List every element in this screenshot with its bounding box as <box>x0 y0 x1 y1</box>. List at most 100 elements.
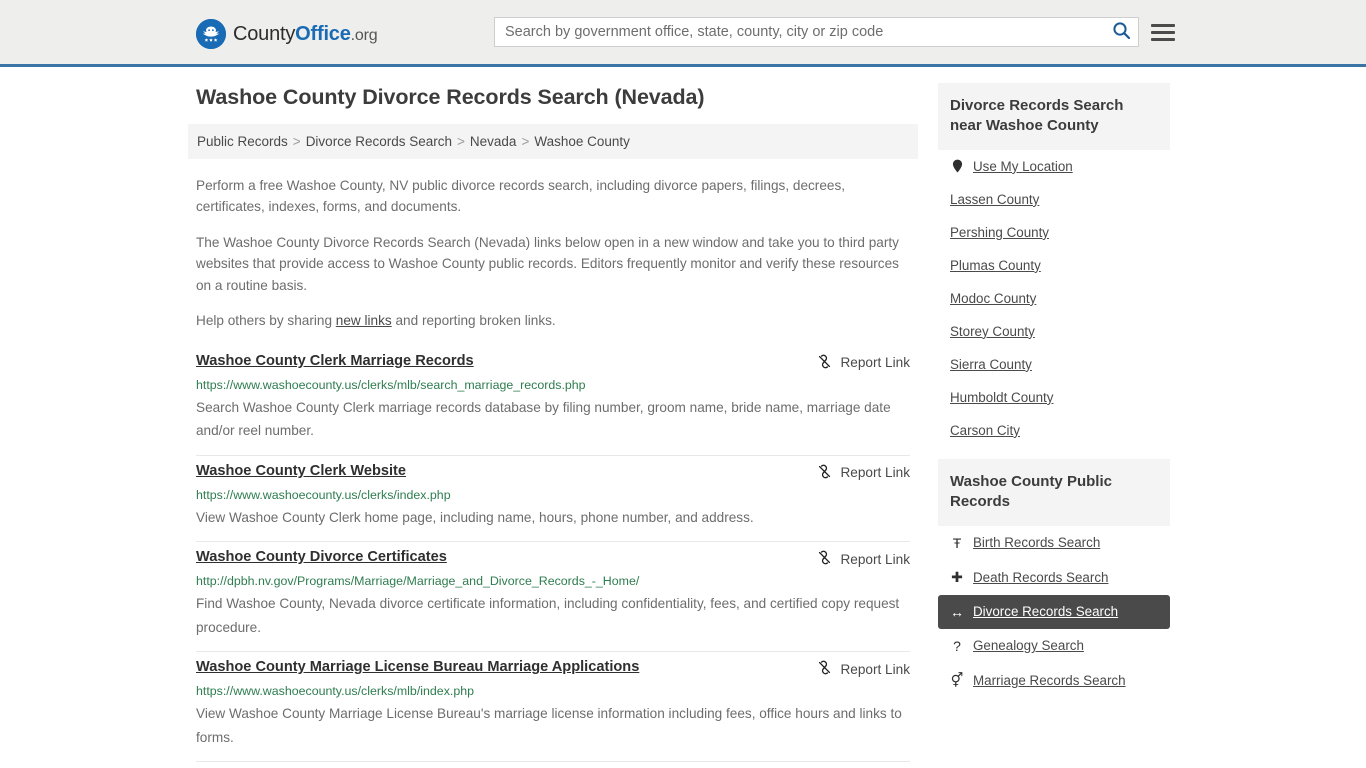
sidebar-public-records-section: Washoe County Public Records Ŧ Birth Reco… <box>938 458 1170 698</box>
result-header: Washoe County Clerk Marriage Records Repo… <box>196 352 910 373</box>
sidebar-nearby-item-label[interactable]: Use My Location <box>973 159 1073 174</box>
brand-part-tld: .org <box>350 26 378 44</box>
result-url: https://www.washoecounty.us/clerks/index… <box>196 487 451 502</box>
sidebar-records-item[interactable]: Ŧ Birth Records Search <box>938 526 1170 560</box>
sidebar-nearby-item[interactable]: Storey County <box>938 315 1170 348</box>
sidebar-nearby-section: Divorce Records Search near Washoe Count… <box>938 83 1170 447</box>
breadcrumb-separator: > <box>292 134 301 149</box>
hamburger-bar <box>1151 30 1175 34</box>
result-item: Washoe County Marriage License Bureau Ma… <box>196 652 910 762</box>
report-link-label: Report Link <box>840 355 910 371</box>
site-logo-text: CountyOffice.org <box>233 22 378 46</box>
breadcrumb-item-public-records[interactable]: Public Records <box>197 134 288 149</box>
map-pin-icon <box>950 159 964 173</box>
result-description: View Washoe County Clerk home page, incl… <box>196 509 754 525</box>
report-link-label: Report Link <box>840 551 910 567</box>
search-icon <box>1112 21 1131 43</box>
sidebar-nearby-item[interactable]: Sierra County <box>938 348 1170 381</box>
sidebar-public-records-list: Ŧ Birth Records Search ✚ Death Records Sear… <box>938 526 1170 698</box>
sidebar-records-item-label[interactable]: Birth Records Search <box>973 535 1100 550</box>
breadcrumb-separator: > <box>521 134 530 149</box>
sidebar-records-item-label[interactable]: Genealogy Search <box>973 638 1084 653</box>
sidebar-records-item-label[interactable]: Divorce Records Search <box>973 604 1118 619</box>
result-description: View Washoe County Marriage License Bure… <box>196 706 902 745</box>
sidebar-records-item-label[interactable]: Marriage Records Search <box>973 673 1126 688</box>
hamburger-bar <box>1151 23 1175 27</box>
sidebar-nearby-item-label[interactable]: Pershing County <box>950 225 1049 240</box>
intro-paragraph-1: Perform a free Washoe County, NV public … <box>196 178 846 215</box>
content-container: Washoe County Divorce Records Search (Ne… <box>188 81 1178 762</box>
result-item: Washoe County Clerk Marriage Records Repo… <box>196 346 910 456</box>
search-input[interactable] <box>495 18 1104 46</box>
sidebar-nearby-item-label[interactable]: Plumas County <box>950 258 1041 273</box>
result-description: Find Washoe County, Nevada divorce certi… <box>196 596 900 635</box>
sidebar-nearby-item[interactable]: Modoc County <box>938 282 1170 315</box>
cross-icon: ✚ <box>951 568 963 585</box>
result-description: Search Washoe County Clerk marriage reco… <box>196 399 891 439</box>
new-links-link[interactable]: new links <box>336 313 392 328</box>
broken-link-icon <box>816 463 833 483</box>
sidebar-nearby-item-label[interactable]: Carson City <box>950 423 1020 438</box>
sidebar-nearby-item[interactable]: Humboldt County <box>938 381 1170 414</box>
brand-part-county: County <box>233 22 296 45</box>
sidebar-records-item[interactable]: ⚥ Marriage Records Search <box>938 663 1170 698</box>
result-url: http://dpbh.nv.gov/Programs/Marriage/Mar… <box>196 574 640 589</box>
result-title-link[interactable]: Washoe County Marriage License Bureau Ma… <box>196 658 639 678</box>
county-office-eagle-icon <box>196 19 226 49</box>
intro-paragraph-2: The Washoe County Divorce Records Search… <box>196 234 899 293</box>
sidebar-nearby-item-label[interactable]: Sierra County <box>950 357 1032 372</box>
site-logo[interactable]: CountyOffice.org <box>196 19 378 49</box>
result-url: https://www.washoecounty.us/clerks/mlb/s… <box>196 377 586 392</box>
page-title: Washoe County Divorce Records Search (Ne… <box>196 85 705 109</box>
hamburger-bar <box>1151 37 1175 41</box>
main-column: Washoe County Divorce Records Search (Ne… <box>188 81 918 762</box>
result-title-link[interactable]: Washoe County Clerk Marriage Records <box>196 352 474 372</box>
result-header: Washoe County Clerk Website Report Link <box>196 462 910 483</box>
search-button[interactable] <box>1104 18 1138 46</box>
hamburger-menu-icon[interactable] <box>1151 20 1175 44</box>
gender-symbols-icon: ⚥ <box>950 671 964 688</box>
sidebar-nearby-item[interactable]: Pershing County <box>938 216 1170 249</box>
sidebar-nearby-item[interactable]: Plumas County <box>938 249 1170 282</box>
sidebar-nearby-item-label[interactable]: Lassen County <box>950 192 1039 207</box>
sidebar-nearby-heading: Divorce Records Search near Washoe Count… <box>938 83 1170 150</box>
question-mark-icon: ? <box>953 637 961 654</box>
intro-paragraph-3: Help others by sharing new links and rep… <box>188 310 918 331</box>
site-header: CountyOffice.org <box>0 0 1366 67</box>
sidebar-records-item[interactable]: ? Genealogy Search <box>938 629 1170 663</box>
sidebar-records-item[interactable]: ✚ Death Records Search <box>938 560 1170 595</box>
report-link-button[interactable]: Report Link <box>816 353 910 373</box>
result-title-link[interactable]: Washoe County Divorce Certificates <box>196 548 447 568</box>
search-bar[interactable] <box>494 17 1139 47</box>
report-link-button[interactable]: Report Link <box>816 463 910 483</box>
report-link-button[interactable]: Report Link <box>816 659 910 679</box>
sidebar-nearby-item[interactable]: Carson City <box>938 414 1170 447</box>
result-header: Washoe County Divorce Certificates Report… <box>196 548 910 569</box>
intro-text: Perform a free Washoe County, NV public … <box>188 175 918 332</box>
broken-link-icon <box>816 549 833 569</box>
result-title-link[interactable]: Washoe County Clerk Website <box>196 462 406 482</box>
left-right-arrow-icon: ↔ <box>950 603 964 620</box>
page-body: Washoe County Divorce Records Search (Ne… <box>0 67 1366 762</box>
sidebar-records-item[interactable]: ↔ Divorce Records Search <box>938 594 1170 629</box>
result-header: Washoe County Marriage License Bureau Ma… <box>196 658 910 679</box>
sidebar-nearby-item-label[interactable]: Modoc County <box>950 291 1036 306</box>
report-link-button[interactable]: Report Link <box>816 549 910 569</box>
sidebar-nearby-item-label[interactable]: Storey County <box>950 324 1035 339</box>
breadcrumb: Public Records > Divorce Records Search > Ne… <box>188 124 918 159</box>
sidebar: Divorce Records Search near Washoe Count… <box>938 81 1170 710</box>
sidebar-nearby-item[interactable]: Use My Location <box>938 150 1170 183</box>
breadcrumb-separator: > <box>457 134 465 149</box>
sidebar-records-item-label[interactable]: Death Records Search <box>973 570 1108 585</box>
breadcrumb-item-divorce-records-search[interactable]: Divorce Records Search <box>306 134 452 149</box>
sidebar-nearby-list: Use My Location Lassen County Pershing Cou… <box>938 150 1170 447</box>
breadcrumb-item-nevada[interactable]: Nevada <box>470 134 517 149</box>
broken-link-icon <box>816 659 833 679</box>
result-url: https://www.washoecounty.us/clerks/mlb/i… <box>196 684 475 699</box>
sidebar-nearby-item-label[interactable]: Humboldt County <box>950 390 1053 405</box>
breadcrumb-item-washoe-county[interactable]: Washoe County <box>534 134 630 149</box>
sidebar-nearby-item[interactable]: Lassen County <box>938 183 1170 216</box>
share-text-after: and reporting broken links. <box>391 313 556 329</box>
report-link-label: Report Link <box>840 661 910 677</box>
results-list: Washoe County Clerk Marriage Records Repo… <box>188 346 918 762</box>
